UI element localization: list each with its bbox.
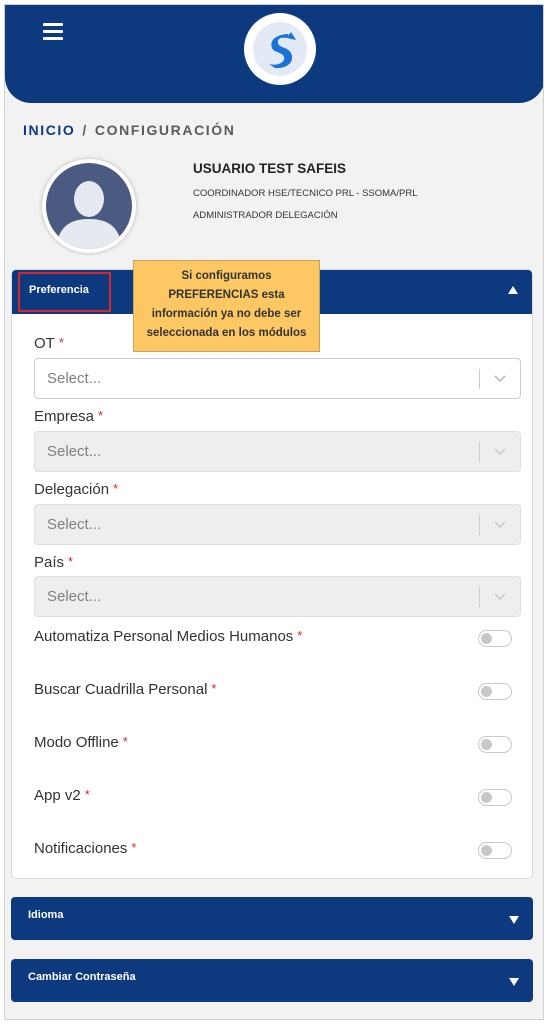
ot-select-placeholder: Select... (47, 370, 102, 387)
expand-down-icon[interactable] (509, 978, 519, 986)
user-avatar-icon (42, 159, 136, 253)
chevron-down-icon[interactable] (492, 516, 508, 532)
delegacion-select-placeholder: Select... (47, 516, 102, 533)
select-divider (479, 369, 480, 389)
toggle-knob (481, 686, 492, 697)
toggle-knob (481, 845, 492, 856)
pais-select-placeholder: Select... (47, 588, 102, 605)
select-divider (479, 515, 480, 535)
app-frame: INICIO / CONFIGURACIÓN USUARIO TEST SAFEIS… (4, 4, 544, 1020)
cambiar-contrasena-title: Cambiar Contraseña (28, 971, 136, 983)
toggle-modo-offline-switch[interactable] (478, 736, 512, 753)
idioma-title: Idioma (28, 909, 64, 921)
preferencia-title: Preferencia (18, 272, 111, 312)
ot-select[interactable]: Select... (34, 358, 521, 399)
expand-down-icon[interactable] (509, 916, 519, 924)
toggle-automatiza-switch[interactable] (478, 630, 512, 647)
toggle-knob (481, 633, 492, 644)
select-divider (479, 587, 480, 607)
user-name: USUARIO TEST SAFEIS (193, 161, 347, 176)
cambiar-contrasena-section-header[interactable]: Cambiar Contraseña (11, 959, 533, 1002)
toggle-label-notificaciones: Notificaciones * (34, 840, 137, 857)
empresa-select-placeholder: Select... (47, 443, 102, 460)
toggle-label-app-v2: App v2 * (34, 787, 90, 804)
breadcrumb-home-link[interactable]: INICIO (23, 122, 75, 138)
delegacion-select[interactable]: Select... (34, 504, 521, 545)
toggle-notificaciones-switch[interactable] (478, 842, 512, 859)
toggle-knob (481, 739, 492, 750)
toggle-buscar-cuadrilla-switch[interactable] (478, 683, 512, 700)
toggle-label-modo-offline: Modo Offline * (34, 734, 128, 751)
toggle-label-buscar-cuadrilla: Buscar Cuadrilla Personal * (34, 681, 217, 698)
chevron-down-icon[interactable] (492, 370, 508, 386)
user-admin-role: ADMINISTRADOR DELEGACIÓN (193, 210, 338, 221)
collapse-up-icon[interactable] (508, 286, 518, 294)
preferencia-card: Preferencia OT * Select... Empresa * Selec… (11, 269, 533, 879)
tooltip-line: PREFERENCIAS esta (168, 289, 285, 301)
ot-label: OT * (34, 335, 64, 352)
safeis-logo-icon[interactable] (244, 13, 316, 85)
pais-select[interactable]: Select... (34, 576, 521, 617)
select-divider (479, 442, 480, 462)
preferencias-tooltip: Si configuramos PREFERENCIAS esta inform… (133, 260, 320, 352)
breadcrumb: INICIO / CONFIGURACIÓN (23, 122, 235, 138)
idioma-section-header[interactable]: Idioma (11, 897, 533, 940)
hamburger-menu-icon[interactable] (43, 23, 63, 41)
chevron-down-icon[interactable] (492, 588, 508, 604)
app-header (5, 5, 543, 103)
pais-label: País * (34, 554, 74, 571)
tooltip-line: Si configuramos (181, 270, 272, 282)
user-role: COORDINADOR HSE/TECNICO PRL - SSOMA/PRL (193, 188, 418, 199)
toggle-app-v2-switch[interactable] (478, 789, 512, 806)
toggle-label-automatiza: Automatiza Personal Medios Humanos * (34, 628, 303, 645)
empresa-label: Empresa * (34, 408, 104, 425)
toggle-knob (481, 792, 492, 803)
breadcrumb-current: CONFIGURACIÓN (94, 122, 236, 138)
empresa-select[interactable]: Select... (34, 431, 521, 472)
delegacion-label: Delegación * (34, 481, 119, 498)
breadcrumb-separator: / (82, 122, 88, 138)
chevron-down-icon[interactable] (492, 443, 508, 459)
tooltip-line: información ya no debe ser (151, 308, 302, 320)
tooltip-line: seleccionada en los módulos (146, 327, 307, 339)
